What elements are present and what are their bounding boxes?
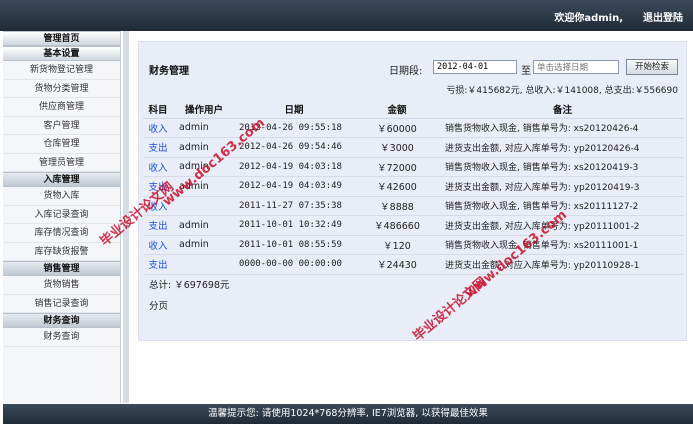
row-date: 2012-04-19 04:03:49 [235, 176, 353, 197]
sidebar-item-suppliers[interactable]: 供应商管理 [3, 98, 120, 117]
grand-total: 总计: ￥697698元 [149, 280, 230, 291]
row-date: 0000-00-00 00:00:00 [235, 254, 353, 275]
row-kind-link[interactable]: 收入 [143, 157, 173, 177]
row-date: 2011-10-01 10:32:49 [235, 215, 353, 236]
row-amount: ￥8888 [353, 196, 441, 216]
table-row: 收入 admin 2012-04-26 09:55:18 ￥60000 销售货物… [143, 118, 684, 138]
row-kind-link[interactable]: 支出 [143, 176, 173, 197]
sidebar-section-inbound: 入库管理 [3, 172, 120, 187]
row-date: 2012-04-19 04:03:18 [235, 157, 353, 177]
finance-summary: 亏损:￥415682元, 总收入:￥141008, 总支出:￥556690 [446, 86, 678, 96]
table-row: 支出 0000-00-00 00:00:00 ￥24430 进货支出金额, 对应… [143, 254, 684, 275]
table-row: 支出 admin 2011-10-01 10:32:49 ￥486660 进货支… [143, 215, 684, 236]
top-header-bar: 欢迎你admin, 退出登陆 [0, 0, 693, 31]
sidebar-item-sales-records[interactable]: 销售记录查询 [3, 295, 120, 313]
sidebar-item-goods-category[interactable]: 货物分类管理 [3, 80, 120, 98]
row-note: 进货支出金额, 对应入库单号为: yp20111001-2 [441, 215, 684, 236]
row-amount: ￥486660 [353, 215, 441, 236]
finance-panel: 财务管理 日期段: 至 开始检索 亏损:￥415682元, 总收入:￥14100… [138, 41, 687, 341]
row-note: 销售货物收入现金, 销售单号为: xs20120419-3 [441, 157, 684, 177]
column-header-note: 备注 [441, 100, 684, 119]
row-amount: ￥42600 [353, 176, 441, 197]
row-amount: ￥24430 [353, 254, 441, 275]
sidebar-section-basic-settings: 基本设置 [3, 46, 120, 61]
finance-table: 科目 操作用户 日期 金额 备注 收入 admin 2012-04-26 09:… [143, 100, 684, 275]
date-range-label: 日期段: [389, 66, 423, 77]
table-row: 支出 admin 2012-04-26 09:54:46 ￥3000 进货支出金… [143, 137, 684, 158]
sidebar-item-inbound-records[interactable]: 入库记录查询 [3, 206, 120, 224]
row-operator: admin [173, 215, 235, 236]
row-amount: ￥3000 [353, 137, 441, 158]
sidebar-item-home[interactable]: 管理首页 [3, 31, 120, 46]
row-operator: admin [173, 176, 235, 197]
row-operator: admin [173, 118, 235, 138]
logout-link[interactable]: 退出登陆 [643, 9, 683, 24]
sidebar-item-new-goods[interactable]: 新货物登记管理 [3, 61, 120, 80]
sidebar-item-stock-alert[interactable]: 库存缺货报警 [3, 243, 120, 261]
row-note: 销售货物收入现金, 销售单号为: xs20111001-1 [441, 235, 684, 255]
sidebar-item-stock-status[interactable]: 库存情况查询 [3, 224, 120, 243]
row-note: 销售货物收入现金, 销售单号为: xs20120426-4 [441, 118, 684, 138]
sidebar-item-admins[interactable]: 管理员管理 [3, 154, 120, 172]
table-header-row: 科目 操作用户 日期 金额 备注 [143, 100, 684, 119]
sidebar-item-goods-inbound[interactable]: 货物入库 [3, 187, 120, 206]
sidebar-section-finance: 财务查询 [3, 313, 120, 328]
table-row: 收入 2011-11-27 07:35:38 ￥8888 销售货物收入现金, 销… [143, 196, 684, 216]
pagination[interactable]: 分页 [149, 298, 168, 312]
column-header-date: 日期 [235, 100, 353, 119]
footer-tip: 温馨提示您: 请使用1024*768分辨率, IE7浏览器, 以获得最佳效果 [208, 408, 488, 419]
row-operator [173, 196, 235, 216]
row-kind-link[interactable]: 支出 [143, 137, 173, 158]
sidebar-item-customers[interactable]: 客户管理 [3, 117, 120, 135]
row-operator [173, 254, 235, 275]
row-date: 2012-04-26 09:54:46 [235, 137, 353, 158]
row-note: 进货支出金额, 对应入库单号为: yp20120426-4 [441, 137, 684, 158]
column-header-operator: 操作用户 [173, 100, 235, 119]
row-kind-link[interactable]: 收入 [143, 196, 173, 216]
sidebar-item-goods-sales[interactable]: 货物销售 [3, 276, 120, 295]
page-title: 财务管理 [149, 66, 189, 77]
row-operator: admin [173, 137, 235, 158]
main-content: 财务管理 日期段: 至 开始检索 亏损:￥415682元, 总收入:￥14100… [133, 31, 693, 403]
sidebar-item-warehouses[interactable]: 仓库管理 [3, 135, 120, 154]
table-row: 支出 admin 2012-04-19 04:03:49 ￥42600 进货支出… [143, 176, 684, 197]
sidebar: 管理首页 基本设置 新货物登记管理 货物分类管理 供应商管理 客户管理 仓库管理… [3, 31, 121, 403]
row-operator: admin [173, 157, 235, 177]
sidebar-item-finance-query[interactable]: 财务查询 [3, 328, 120, 347]
row-amount: ￥72000 [353, 157, 441, 177]
row-note: 进货支出金额, 对应入库单号为: yp20120419-3 [441, 176, 684, 197]
row-operator: admin [173, 235, 235, 255]
welcome-text: 欢迎你admin, [554, 13, 623, 24]
start-date-input[interactable] [433, 60, 517, 74]
row-kind-link[interactable]: 收入 [143, 235, 173, 255]
search-button[interactable]: 开始检索 [626, 59, 678, 75]
row-amount: ￥60000 [353, 118, 441, 138]
row-note: 销售货物收入现金, 销售单号为: xs20111127-2 [441, 196, 684, 216]
table-row: 收入 admin 2012-04-19 04:03:18 ￥72000 销售货物… [143, 157, 684, 177]
row-date: 2012-04-26 09:55:18 [235, 118, 353, 138]
row-amount: ￥120 [353, 235, 441, 255]
row-kind-link[interactable]: 支出 [143, 215, 173, 236]
column-header-kind: 科目 [143, 100, 173, 119]
row-kind-link[interactable]: 收入 [143, 118, 173, 138]
column-header-amount: 金额 [353, 100, 441, 119]
row-date: 2011-10-01 08:55:59 [235, 235, 353, 255]
end-date-input[interactable] [533, 60, 619, 74]
table-row: 收入 admin 2011-10-01 08:55:59 ￥120 销售货物收入… [143, 235, 684, 255]
footer-bar: 温馨提示您: 请使用1024*768分辨率, IE7浏览器, 以获得最佳效果 [3, 404, 693, 424]
sidebar-divider [123, 31, 129, 403]
sidebar-section-sales: 销售管理 [3, 261, 120, 276]
row-note: 进货支出金额, 对应入库单号为: yp20110928-1 [441, 254, 684, 275]
date-range-separator: 至 [521, 66, 531, 77]
row-date: 2011-11-27 07:35:38 [235, 196, 353, 216]
row-kind-link[interactable]: 支出 [143, 254, 173, 275]
